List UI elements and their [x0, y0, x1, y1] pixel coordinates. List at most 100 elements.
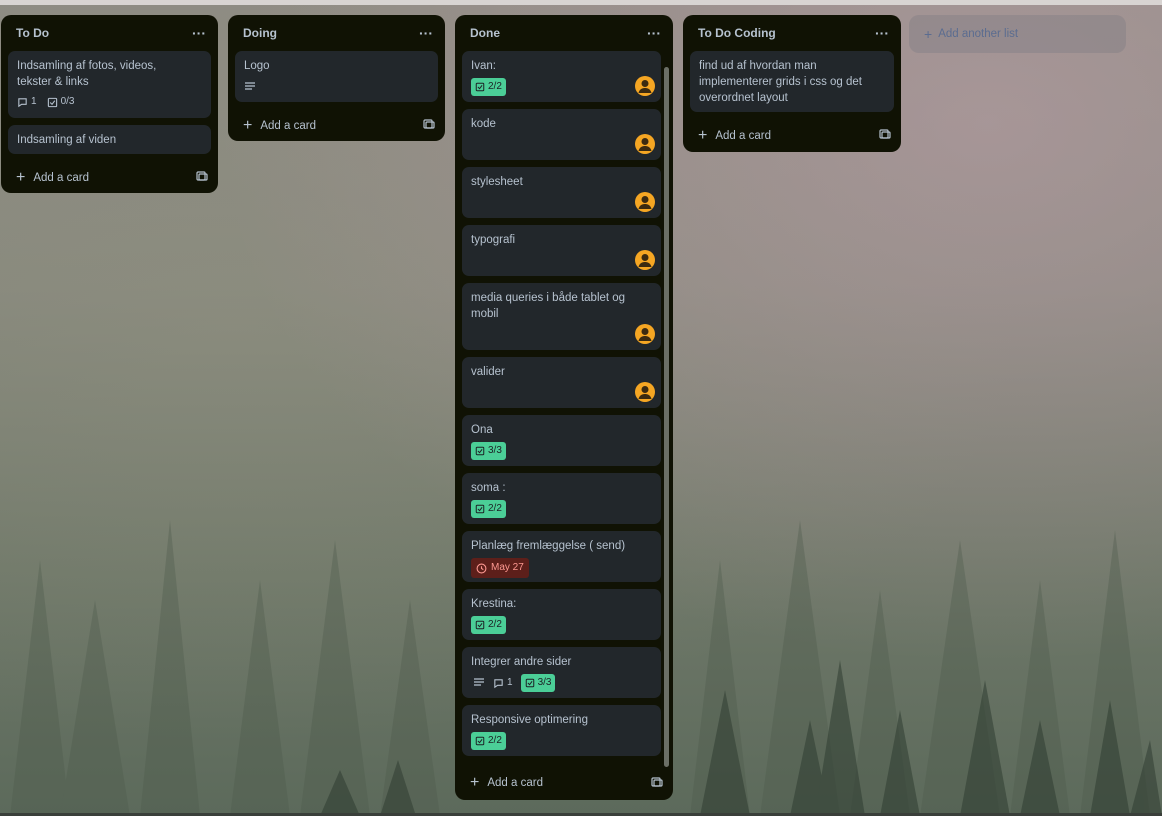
list-header: Done ··· [455, 15, 673, 51]
plus-icon: + [470, 774, 480, 791]
list-to-do-coding: To Do Coding ··· find ud af hvordan man … [683, 15, 901, 152]
checklist-count: 2/2 [488, 503, 502, 514]
card[interactable]: find ud af hvordan man implementerer gri… [690, 51, 894, 112]
plus-icon: + [16, 168, 26, 186]
checklist-count: 0/3 [60, 96, 75, 107]
due-date-badge[interactable]: May 27 [471, 558, 529, 578]
card-title: Krestina: [471, 598, 517, 610]
card-title: typografi [471, 234, 516, 246]
checklist-badge: 2/2 [471, 500, 506, 518]
card-title: Integrer andre sider [471, 656, 572, 668]
clock-icon [476, 563, 487, 573]
description-icon [245, 82, 255, 90]
checklist-count: 2/2 [488, 619, 502, 630]
plus-icon: + [698, 126, 708, 144]
checklist-badge: 2/2 [471, 616, 506, 634]
card[interactable]: Integrer andre sider 1 3/3 [462, 647, 661, 698]
comment-icon [18, 97, 27, 107]
add-card-row: + Add a card [228, 109, 445, 139]
card[interactable]: media queries i både tablet og mobil [462, 283, 661, 350]
list-title[interactable]: To Do Coding [698, 26, 776, 40]
card-title: Responsive optimering [471, 714, 588, 726]
description-icon [474, 678, 484, 686]
checklist-icon [475, 620, 485, 630]
comment-icon [494, 678, 503, 688]
card-title: stylesheet [471, 176, 523, 188]
card-title: find ud af hvordan man implementerer gri… [699, 60, 862, 104]
add-list-button[interactable]: + Add another list [909, 15, 1126, 53]
checklist-icon [525, 678, 534, 688]
add-card-button[interactable]: + Add a card [16, 168, 89, 186]
comment-count: 1 [31, 96, 37, 107]
list-menu-icon[interactable]: ··· [415, 24, 437, 42]
plus-icon: + [243, 116, 253, 134]
checklist-icon [475, 82, 485, 92]
checklist-icon [47, 97, 57, 107]
list-menu-icon[interactable]: ··· [188, 24, 210, 42]
card-template-icon[interactable] [651, 776, 663, 791]
member-avatar[interactable] [635, 382, 655, 402]
list-header: Doing ··· [228, 15, 445, 51]
list-menu-icon[interactable]: ··· [871, 24, 893, 42]
list-header: To Do Coding ··· [683, 15, 901, 51]
card-template-icon[interactable] [196, 170, 208, 185]
card-title: soma : [471, 482, 506, 494]
member-avatar[interactable] [635, 192, 655, 212]
list-title[interactable]: To Do [16, 26, 49, 40]
card[interactable]: stylesheet [462, 167, 661, 218]
list-menu-icon[interactable]: ··· [643, 24, 665, 42]
comment-badge: 1 [493, 675, 513, 691]
list-header: To Do ··· [1, 15, 218, 51]
list-to-do: To Do ··· Indsamling af fotos, videos, t… [1, 15, 218, 193]
card[interactable]: typografi [462, 225, 661, 276]
card-title: Indsamling af viden [17, 134, 117, 146]
comment-count: 1 [507, 677, 513, 688]
plus-icon: + [924, 26, 933, 42]
card[interactable]: Krestina: 2/2 [462, 589, 661, 640]
card[interactable]: Responsive optimering 2/2 [462, 705, 661, 756]
card-title: Logo [244, 60, 270, 72]
card-title: Ona [471, 424, 493, 436]
member-avatar[interactable] [635, 134, 655, 154]
add-list-label: Add another list [938, 28, 1019, 40]
list-done: Done ··· Ivan: 2/2 kode stylesheet typog… [455, 15, 673, 800]
list-title[interactable]: Done [470, 26, 500, 40]
card[interactable]: Planlæg fremlæggelse ( send) May 27 [462, 531, 661, 582]
add-card-row: + Add a card [1, 161, 218, 191]
list-scrollbar[interactable] [664, 67, 669, 767]
checklist-badge: 2/2 [471, 78, 506, 96]
add-card-label: Add a card [260, 119, 316, 132]
add-card-button[interactable]: + Add a card [698, 126, 771, 144]
card-title: Ivan: [471, 60, 496, 72]
add-card-label: Add a card [715, 129, 771, 142]
checklist-count: 2/2 [488, 81, 502, 92]
card[interactable]: kode [462, 109, 661, 160]
comment-badge: 1 [17, 94, 37, 110]
member-avatar[interactable] [635, 76, 655, 96]
card[interactable]: Indsamling af fotos, videos, tekster & l… [8, 51, 211, 118]
checklist-count: 2/2 [488, 735, 502, 746]
card-title: Indsamling af fotos, videos, tekster & l… [17, 60, 157, 88]
add-card-button[interactable]: + Add a card [243, 116, 316, 134]
member-avatar[interactable] [635, 250, 655, 270]
checklist-badge: 0/3 [47, 94, 75, 110]
card[interactable]: soma : 2/2 [462, 473, 661, 524]
add-card-label: Add a card [33, 171, 89, 184]
checklist-icon [475, 504, 485, 514]
card-title: media queries i både tablet og mobil [471, 292, 626, 320]
card[interactable]: Indsamling af viden [8, 125, 211, 154]
card[interactable]: Ona 3/3 [462, 415, 661, 466]
card-title: Planlæg fremlæggelse ( send) [471, 540, 626, 552]
checklist-badge: 2/2 [471, 732, 506, 750]
checklist-count: 3/3 [537, 677, 552, 688]
list-title[interactable]: Doing [243, 26, 277, 40]
member-avatar[interactable] [635, 324, 655, 344]
card-template-icon[interactable] [423, 118, 435, 133]
card[interactable]: Ivan: 2/2 [462, 51, 661, 102]
add-card-button[interactable]: + Add a card [470, 774, 543, 791]
card-template-icon[interactable] [879, 128, 891, 143]
checklist-badge: 3/3 [520, 674, 556, 692]
card[interactable]: valider [462, 357, 661, 408]
card[interactable]: Logo [235, 51, 438, 102]
card-title: kode [471, 118, 496, 130]
